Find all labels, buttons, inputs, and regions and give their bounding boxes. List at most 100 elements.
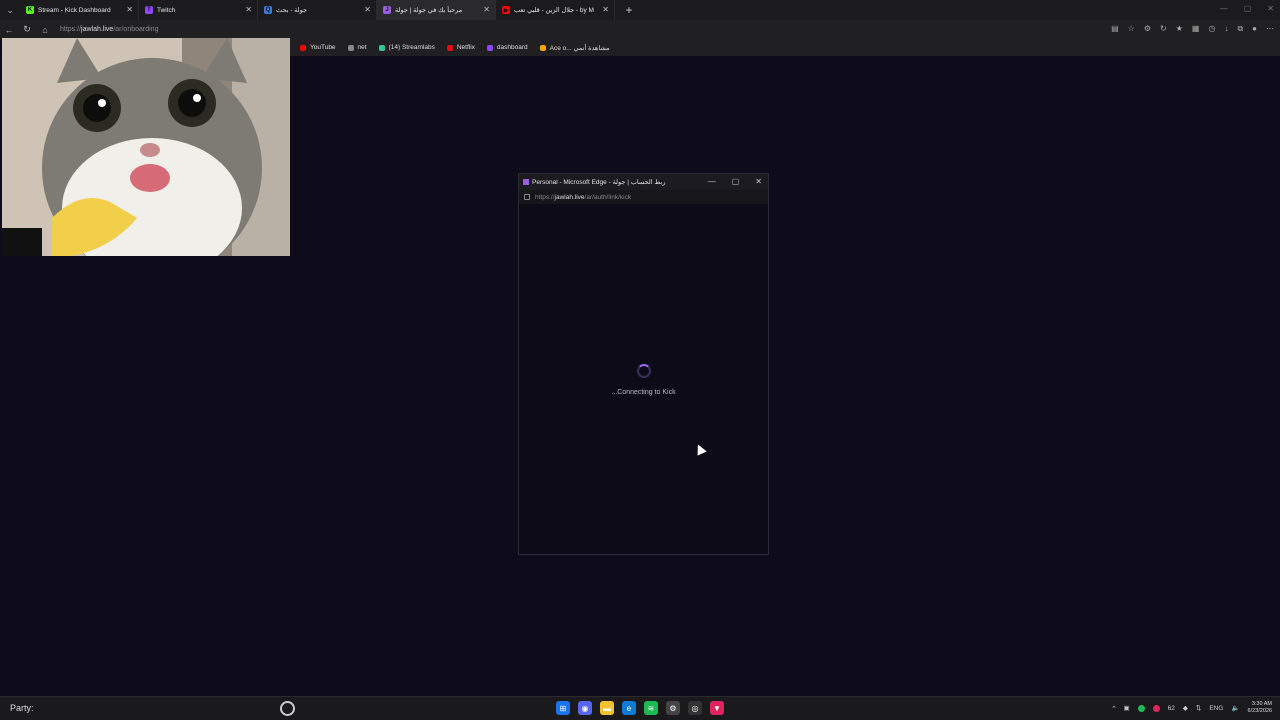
tray-app-icon[interactable]: ▣ (1124, 704, 1130, 712)
bookmark-item[interactable]: dashboard (486, 44, 528, 51)
obs-icon[interactable]: ◎ (688, 701, 702, 715)
kick-icon: K (26, 6, 34, 14)
bookmark-item[interactable]: Netflix (446, 44, 475, 51)
cat-webcam-image (2, 38, 290, 256)
bookmark-favicon-icon (486, 44, 493, 51)
tray-expand-icon[interactable]: ^ (1112, 705, 1115, 712)
windows-taskbar: Party: ⊞ ◉ ▬ e ≋ ⚙ ◎ ▼ ^ ▣ 62 ◆ ⇅ ENG 🔈 … (0, 696, 1280, 720)
favorite-star-icon[interactable]: ☆ (1128, 24, 1135, 34)
tab-title: Twitch (157, 6, 176, 14)
auth-popup-window: Personal - Microsoft Edge - ربط الحساب |… (518, 173, 769, 555)
popup-window-controls: — ▢ ✕ (708, 177, 762, 186)
minimize-icon[interactable]: — (1220, 4, 1228, 13)
popup-minimize-icon[interactable]: — (708, 177, 716, 186)
tab-close-icon[interactable]: ✕ (602, 5, 609, 15)
browser-tab-bar: ⌄ K Stream - Kick Dashboard ✕ T Twitch ✕ Q جولة… (0, 0, 1280, 20)
bookmark-favicon-icon (539, 44, 546, 51)
tray-count[interactable]: 62 (1168, 705, 1175, 712)
browser-tab[interactable]: K Stream - Kick Dashboard ✕ (20, 0, 139, 20)
favorites-icon[interactable]: ★ (1176, 24, 1183, 34)
tab-actions-chevron-icon[interactable]: ⌄ (0, 0, 20, 20)
tab-close-icon[interactable]: ✕ (483, 5, 490, 15)
loading-spinner-icon (637, 364, 651, 378)
collections-icon[interactable]: ▦ (1192, 24, 1200, 34)
bookmark-label: dashboard (496, 44, 528, 51)
app-icon[interactable]: ▼ (710, 701, 724, 715)
popup-title: Personal - Microsoft Edge - ربط الحساب |… (532, 179, 666, 186)
browser-tab[interactable]: ▶ جلال الزين - قلبي تعب - by M ✕ (496, 0, 615, 20)
twitch-icon: T (145, 6, 153, 14)
popup-url-domain: jawlah.live (554, 193, 585, 201)
popup-url-path: /ar/auth/link/kick (584, 193, 632, 201)
popup-maximize-icon[interactable]: ▢ (732, 177, 740, 186)
bookmark-label: (14) Streamlabs (388, 44, 435, 51)
search-icon: Q (264, 6, 272, 14)
bookmark-item[interactable]: Ace o... مشاهدة أنمي (539, 44, 610, 52)
url-field[interactable]: https://jawlah.live/ar/onboarding (60, 26, 158, 33)
url-path: /ar/onboarding (113, 26, 159, 33)
discord-icon[interactable]: ◉ (578, 701, 592, 715)
bookmark-label: YouTube (310, 44, 336, 51)
language-indicator[interactable]: ENG (1209, 705, 1223, 712)
spotify-icon[interactable]: ≋ (644, 701, 658, 715)
lock-icon (524, 194, 530, 200)
spotify-tray-icon[interactable] (1137, 704, 1145, 712)
downloads-icon[interactable]: ↓ (1224, 24, 1228, 34)
bookmark-item[interactable]: net (347, 44, 367, 51)
bookmark-favicon-icon (378, 44, 385, 51)
popup-url-bar[interactable]: https://jawlah.live/ar/auth/link/kick (519, 190, 768, 204)
url-domain: jawlah.live (81, 26, 114, 33)
window-controls: — ▢ ✕ (1220, 4, 1274, 13)
maximize-icon[interactable]: ▢ (1244, 4, 1252, 13)
tray-misc-icon[interactable]: ◆ (1183, 704, 1188, 712)
file-explorer-icon[interactable]: ▬ (600, 701, 614, 715)
new-tab-button[interactable]: + (621, 2, 637, 18)
bookmark-label: Netflix (456, 44, 475, 51)
volume-icon[interactable]: 🔈 (1231, 704, 1239, 712)
system-tray: ^ ▣ 62 ◆ ⇅ ENG 🔈 3:30 AM 6/23/2026 (1112, 701, 1272, 715)
jawlah-icon: J (383, 6, 391, 14)
popup-close-icon[interactable]: ✕ (755, 177, 762, 186)
browser-tab[interactable]: T Twitch ✕ (139, 0, 258, 20)
tab-close-icon[interactable]: ✕ (364, 5, 371, 15)
tab-close-icon[interactable]: ✕ (126, 5, 133, 15)
tab-title: Stream - Kick Dashboard (38, 6, 111, 14)
popup-titlebar: Personal - Microsoft Edge - ربط الحساب |… (519, 174, 768, 190)
bookmark-favicon-icon (300, 44, 306, 51)
tab-close-icon[interactable]: ✕ (245, 5, 252, 15)
more-menu-icon[interactable]: ⋯ (1266, 24, 1274, 34)
connecting-status-text: ...Connecting to Kick (611, 389, 676, 396)
browser-tab[interactable]: Q جولة - بحث ✕ (258, 0, 377, 20)
refresh-extension-icon[interactable]: ↻ (1160, 24, 1167, 34)
party-ring-icon[interactable] (280, 701, 295, 716)
tab-title: جولة - بحث (276, 7, 308, 14)
back-icon[interactable]: ← (0, 20, 18, 39)
youtube-icon: ▶ (502, 6, 510, 14)
bookmark-item[interactable]: (14) Streamlabs (378, 44, 435, 51)
home-icon[interactable]: ⌂ (36, 20, 54, 39)
url-prefix: https:// (60, 26, 82, 33)
network-icon[interactable]: ⇅ (1196, 704, 1201, 712)
extension-icon[interactable]: ⚙ (1144, 24, 1151, 34)
edge-icon[interactable]: e (622, 701, 636, 715)
profile-icon[interactable]: ● (1252, 24, 1257, 34)
windows-start-icon[interactable]: ⊞ (556, 701, 570, 715)
taskbar-apps: ⊞ ◉ ▬ e ≋ ⚙ ◎ ▼ (556, 701, 724, 715)
bookmark-item[interactable]: YouTube (300, 44, 336, 51)
bookmarks-bar: YouTube net (14) Streamlabs Netflix dashboar… (290, 39, 1280, 56)
webcam-overlay (2, 38, 290, 256)
reader-view-icon[interactable]: ▤ (1111, 24, 1119, 34)
steam-icon[interactable]: ⚙ (666, 701, 680, 715)
browser-tab[interactable]: J مرحباً بك في جولة | جولة ✕ (377, 0, 496, 20)
address-bar: ← ↻ ⌂ https://jawlah.live/ar/onboarding … (0, 20, 1280, 39)
refresh-icon[interactable]: ↻ (18, 20, 36, 39)
tray-red-icon[interactable] (1152, 704, 1160, 712)
close-window-icon[interactable]: ✕ (1267, 4, 1274, 13)
clock[interactable]: 3:30 AM 6/23/2026 (1248, 701, 1272, 715)
extensions-icon[interactable]: ⧉ (1237, 24, 1243, 34)
history-icon[interactable]: ◷ (1208, 24, 1215, 34)
bookmark-favicon-icon (347, 44, 354, 51)
tab-title: جلال الزين - قلبي تعب - by M (514, 7, 594, 14)
bookmark-label: net (357, 44, 367, 51)
popup-url-prefix: https:// (535, 193, 555, 201)
